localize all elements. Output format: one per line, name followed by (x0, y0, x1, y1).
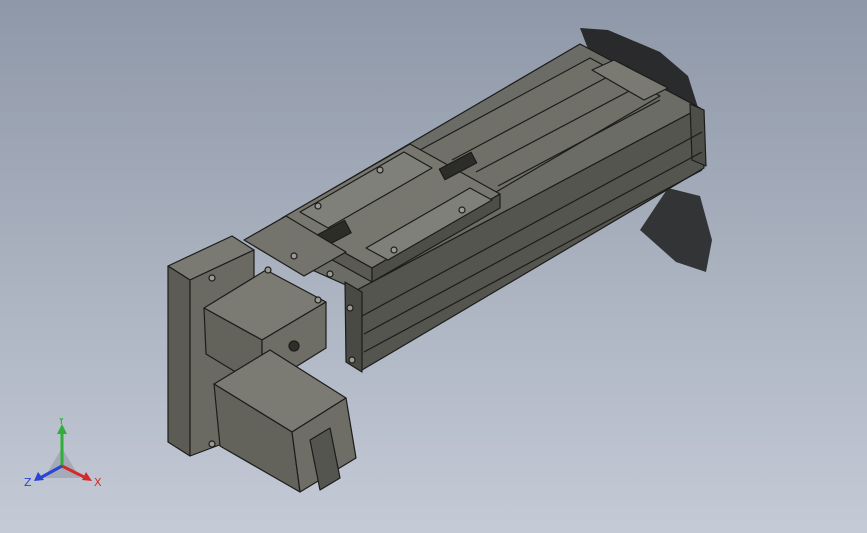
z-axis-label: Z (24, 476, 32, 489)
coordinate-triad: Y X Z (24, 418, 102, 489)
motor-lower[interactable] (213, 349, 357, 493)
cad-model-view[interactable] (0, 0, 867, 533)
y-axis-label: Y (57, 418, 65, 427)
graphics-viewport[interactable]: Y X Z (0, 0, 867, 533)
x-axis-label: X (94, 476, 102, 489)
